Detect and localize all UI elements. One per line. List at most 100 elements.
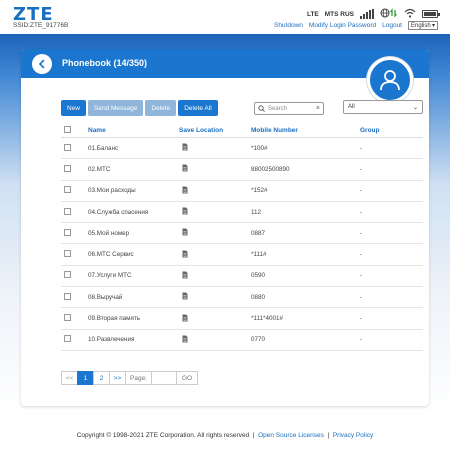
signal-strength-icon bbox=[360, 9, 374, 19]
delete-button[interactable]: Delete bbox=[145, 100, 177, 116]
contact-name[interactable]: 08.Выручай bbox=[88, 294, 179, 301]
toolbar: New Send Message Delete Delete All bbox=[61, 100, 218, 116]
table-row[interactable]: 01.Баланс *100# - bbox=[61, 138, 423, 160]
page-number-input[interactable] bbox=[151, 371, 177, 385]
group-value: - bbox=[360, 229, 363, 237]
table-row[interactable]: 10.Развлечения 0770 - bbox=[61, 330, 423, 351]
wifi-icon bbox=[404, 8, 416, 21]
sim-storage-icon bbox=[182, 335, 188, 343]
prev-page-button[interactable]: << bbox=[61, 371, 78, 385]
footer-separator: | bbox=[252, 432, 255, 439]
mobile-number: 0770 bbox=[251, 336, 266, 344]
row-checkbox[interactable] bbox=[64, 271, 71, 279]
page-1-button[interactable]: 1 bbox=[77, 371, 94, 385]
column-group: Group bbox=[360, 127, 380, 134]
phonebook-table: Name Save Location Mobile Number Group 0… bbox=[61, 124, 423, 351]
row-checkbox[interactable] bbox=[64, 143, 71, 151]
copyright-text: Copyright © 1998-2021 ZTE Corporation. A… bbox=[76, 432, 250, 439]
group-value: - bbox=[360, 187, 363, 195]
delete-all-button[interactable]: Delete All bbox=[178, 100, 218, 116]
row-checkbox[interactable] bbox=[64, 314, 71, 322]
clear-search-icon[interactable]: × bbox=[316, 105, 320, 112]
page-label: Page: bbox=[125, 371, 152, 385]
privacy-policy-link[interactable]: Privacy Policy bbox=[333, 432, 373, 439]
mobile-number: *111# bbox=[251, 251, 267, 259]
group-value: - bbox=[360, 208, 363, 216]
row-checkbox[interactable] bbox=[64, 164, 71, 172]
globe-data-icon bbox=[380, 7, 398, 21]
group-value: - bbox=[360, 272, 363, 280]
row-checkbox[interactable] bbox=[64, 186, 71, 194]
table-row[interactable]: 02.МТС 88002500890 - bbox=[61, 159, 423, 181]
mobile-number: *152# bbox=[251, 187, 268, 195]
next-page-button[interactable]: >> bbox=[109, 371, 126, 385]
contact-name[interactable]: 10.Развлечения bbox=[88, 336, 179, 343]
row-checkbox[interactable] bbox=[64, 292, 71, 300]
table-body: 01.Баланс *100# -02.МТС 88002500890-03.Мои … bbox=[61, 138, 423, 351]
contact-name[interactable]: 06.МТС Сервис bbox=[88, 251, 179, 258]
contact-name[interactable]: 04.Служба спасения bbox=[88, 209, 179, 216]
operator-name: MTS RUS bbox=[324, 10, 354, 18]
group-filter-value: All bbox=[348, 104, 355, 110]
table-row[interactable]: 07.Услуги МТС 0590 - bbox=[61, 266, 423, 288]
row-checkbox[interactable] bbox=[64, 250, 71, 258]
mobile-number: 0887 bbox=[251, 229, 266, 237]
search-icon bbox=[258, 105, 265, 112]
battery-icon bbox=[422, 10, 440, 18]
table-row[interactable]: 04.Служба спасения 112 - bbox=[61, 202, 423, 224]
logout-link[interactable]: Logout bbox=[382, 22, 402, 29]
shutdown-link[interactable]: Shutdown bbox=[274, 22, 303, 29]
contact-name[interactable]: 03.Мои расходы bbox=[88, 187, 179, 194]
table-row[interactable]: 03.Мои расходы *152# - bbox=[61, 181, 423, 202]
network-type: LTE bbox=[306, 10, 319, 18]
go-button[interactable]: GO bbox=[176, 371, 198, 385]
contact-name[interactable]: 05.Мой номер bbox=[88, 230, 179, 237]
chevron-down-icon: ▾ bbox=[431, 23, 435, 29]
table-row[interactable]: 08.Выручай 0880 - bbox=[61, 287, 423, 309]
pagination: << 1 2 >> Page: GO bbox=[61, 371, 198, 385]
footer: Copyright © 1998-2021 ZTE Corporation. A… bbox=[0, 432, 450, 439]
mobile-number: *111*4001# bbox=[251, 315, 283, 323]
row-checkbox[interactable] bbox=[64, 207, 71, 215]
group-filter-select[interactable]: All ⌄ bbox=[343, 100, 423, 114]
sim-storage-icon bbox=[182, 164, 188, 172]
column-name[interactable]: Name bbox=[88, 127, 179, 134]
new-button[interactable]: New bbox=[61, 100, 87, 116]
open-source-link[interactable]: Open Source Licenses bbox=[258, 432, 324, 439]
column-save-location: Save Location bbox=[179, 127, 224, 134]
top-header: ZTE SSID:ZTE_91776B LTE MTS RUS Shutdown… bbox=[0, 0, 450, 34]
sim-storage-icon bbox=[182, 271, 188, 279]
status-bar: LTE MTS RUS bbox=[306, 7, 440, 21]
table-row[interactable]: 05.Мой номер 0887 - bbox=[61, 223, 423, 245]
sim-storage-icon bbox=[182, 186, 188, 194]
modify-password-link[interactable]: Modify Login Password bbox=[309, 22, 376, 29]
search-input[interactable]: Search × bbox=[254, 102, 324, 115]
table-row[interactable]: 06.МТС Сервис *111# - bbox=[61, 244, 423, 266]
sim-storage-icon bbox=[182, 228, 188, 236]
row-checkbox[interactable] bbox=[64, 228, 71, 236]
contact-name[interactable]: 07.Услуги МТС bbox=[88, 272, 179, 279]
page-2-button[interactable]: 2 bbox=[93, 371, 110, 385]
mobile-number: 112 bbox=[251, 208, 262, 216]
mobile-number: *100# bbox=[251, 144, 268, 152]
mobile-number: 0590 bbox=[251, 272, 266, 280]
ssid-label: SSID:ZTE_91776B bbox=[13, 22, 69, 29]
column-mobile: Mobile Number bbox=[251, 127, 298, 134]
chevron-down-icon: ⌄ bbox=[412, 104, 418, 111]
contact-name[interactable]: 02.МТС bbox=[88, 166, 179, 173]
group-value: - bbox=[360, 336, 363, 344]
group-value: - bbox=[360, 251, 363, 259]
language-select[interactable]: English ▾ bbox=[408, 21, 438, 30]
contact-name[interactable]: 01.Баланс bbox=[88, 145, 179, 152]
row-checkbox[interactable] bbox=[64, 335, 71, 343]
group-value: - bbox=[360, 293, 363, 301]
table-header: Name Save Location Mobile Number Group bbox=[61, 124, 423, 138]
card-content: New Send Message Delete Delete All Searc… bbox=[21, 49, 429, 406]
send-message-button[interactable]: Send Message bbox=[88, 100, 144, 116]
select-all-checkbox[interactable] bbox=[64, 126, 71, 133]
contact-name[interactable]: 09.Вторая память bbox=[88, 315, 179, 322]
table-row[interactable]: 09.Вторая память *111*4001# - bbox=[61, 308, 423, 330]
mobile-number: 88002500890 bbox=[251, 165, 290, 173]
footer-separator: | bbox=[327, 432, 330, 439]
mobile-number: 0880 bbox=[251, 293, 266, 301]
